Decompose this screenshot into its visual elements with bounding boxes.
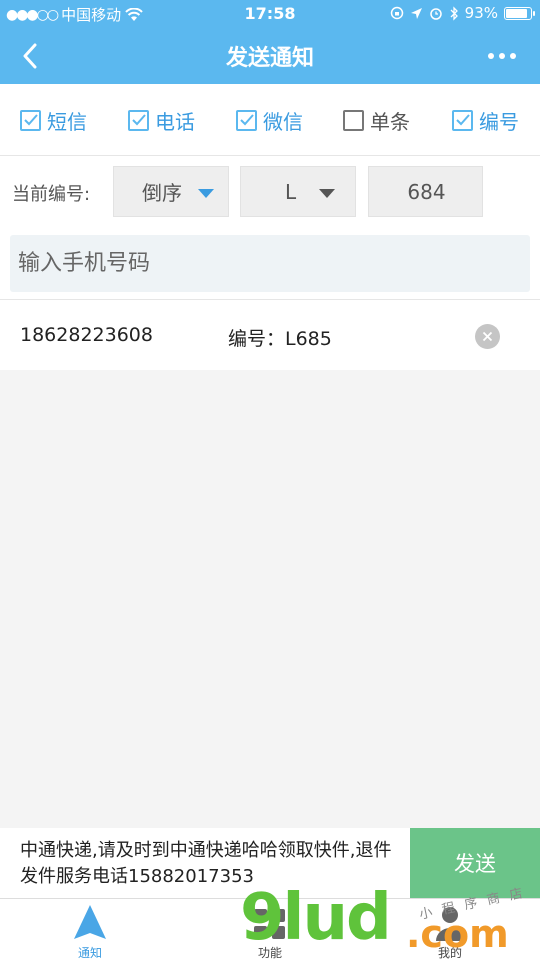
list-item: 18628223608 编号：L685 [0, 300, 540, 370]
battery-icon [504, 6, 535, 20]
option-label: 短信 [47, 109, 87, 134]
status-right: 93% [390, 4, 535, 22]
option-single[interactable]: 单条 [343, 106, 410, 134]
check-icon [455, 114, 470, 126]
record-code: 编号：L685 [228, 328, 332, 350]
order-select[interactable]: 倒序 [113, 166, 229, 217]
user-icon [436, 907, 464, 941]
tab-notify[interactable]: 通知 [0, 899, 180, 960]
more-dot-icon [510, 53, 516, 59]
status-bar: ●●●○○ 中国移动 17:58 93% [0, 0, 540, 28]
prefix-value: L [285, 179, 297, 204]
phone-input[interactable] [10, 235, 530, 292]
checkbox[interactable] [452, 109, 473, 131]
option-number[interactable]: 编号 [452, 106, 519, 134]
page-title: 发送通知 [225, 46, 314, 71]
back-button[interactable] [14, 40, 46, 72]
checkbox[interactable] [343, 109, 364, 131]
message-text[interactable]: 中通快递,请及时到中通快递哈哈领取快件,退件发件服务电话15882017353 [20, 838, 408, 890]
remove-record-button[interactable] [475, 324, 500, 349]
option-label: 单条 [370, 109, 410, 134]
option-label: 编号 [479, 109, 519, 134]
battery-fill [506, 8, 528, 18]
tab-bar: 通知 功能 我的 [0, 898, 540, 960]
check-icon [239, 114, 254, 126]
grid-icon [254, 909, 285, 939]
more-dot-icon [488, 53, 494, 59]
tab-functions[interactable]: 功能 [180, 899, 360, 960]
rotation-lock-icon [390, 6, 403, 20]
battery-percent: 93% [464, 4, 498, 22]
bluetooth-icon [450, 5, 458, 21]
more-dot-icon [499, 53, 505, 59]
prefix-select[interactable]: L [240, 166, 356, 217]
current-number-label: 当前编号: [12, 184, 91, 205]
status-left: ●●●○○ 中国移动 [6, 4, 143, 25]
nav-bar: 发送通知 [0, 28, 540, 84]
location-icon [410, 7, 422, 19]
record-phone: 18628223608 [20, 324, 153, 346]
option-sms[interactable]: 短信 [20, 106, 87, 134]
tab-profile[interactable]: 我的 [360, 899, 540, 960]
close-icon [482, 331, 493, 342]
tab-label: 通知 [77, 946, 102, 960]
send-arrow-icon [74, 905, 106, 939]
carrier-label: 中国移动 [61, 6, 122, 24]
order-value: 倒序 [142, 181, 182, 205]
send-button[interactable]: 发送 [410, 828, 540, 898]
option-phone[interactable]: 电话 [128, 106, 195, 134]
number-settings: 当前编号: 倒序 L 684 [0, 156, 540, 228]
checkbox[interactable] [20, 109, 41, 131]
channel-options: 短信 电话 微信 单条 编号 [0, 84, 540, 156]
check-icon [131, 114, 146, 126]
more-button[interactable] [482, 40, 522, 72]
tab-label: 功能 [257, 946, 282, 960]
option-label: 电话 [155, 109, 195, 134]
current-number-field[interactable]: 684 [368, 166, 483, 217]
checkbox[interactable] [236, 109, 257, 131]
alarm-icon [429, 8, 442, 20]
wifi-icon [125, 7, 143, 21]
tab-label: 我的 [437, 946, 462, 960]
option-label: 微信 [263, 109, 303, 134]
chevron-left-icon [23, 43, 37, 69]
current-number-value: 684 [407, 179, 446, 204]
checkbox[interactable] [128, 109, 149, 131]
option-wechat[interactable]: 微信 [236, 106, 303, 134]
dropdown-arrow-icon [198, 189, 214, 198]
signal-icon: ●●●○○ [6, 6, 59, 23]
dropdown-arrow-icon [319, 189, 335, 198]
phone-input-row [0, 228, 540, 300]
message-bar: 中通快递,请及时到中通快递哈哈领取快件,退件发件服务电话15882017353 … [0, 828, 540, 898]
check-icon [23, 114, 38, 126]
